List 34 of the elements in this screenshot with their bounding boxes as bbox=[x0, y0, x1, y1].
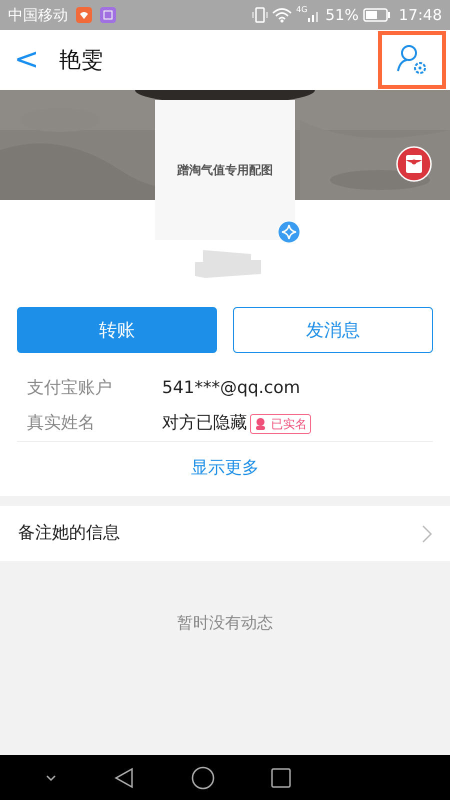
chevron-right-icon bbox=[422, 524, 432, 542]
gallery-notification-icon bbox=[100, 7, 116, 23]
message-button[interactable]: 发消息 bbox=[233, 307, 433, 353]
verified-tag: 已实名 bbox=[250, 414, 311, 434]
field-label: 真实姓名 bbox=[26, 412, 96, 435]
transfer-button[interactable]: 转账 bbox=[17, 307, 217, 353]
profile-settings-button[interactable] bbox=[378, 31, 446, 89]
wifi-icon bbox=[272, 7, 292, 23]
app-notification-icon bbox=[76, 7, 92, 23]
field-label: 支付宝账户 bbox=[26, 376, 113, 400]
collapse-icon[interactable] bbox=[44, 772, 58, 782]
back-icon[interactable] bbox=[113, 766, 136, 788]
remark-label: 备注她的信息 bbox=[18, 522, 121, 545]
page-title: 艳雯 bbox=[59, 46, 104, 74]
vibrate-icon bbox=[252, 7, 268, 23]
battery-icon bbox=[362, 8, 391, 22]
user-settings-icon bbox=[395, 43, 429, 77]
show-more-link[interactable]: 显示更多 bbox=[185, 455, 265, 483]
empty-feed-text: 暂时没有动态 bbox=[177, 613, 273, 632]
carrier-name: 中国移动 bbox=[8, 4, 68, 26]
network-type: 4G bbox=[296, 4, 308, 16]
recents-icon[interactable] bbox=[270, 768, 291, 788]
envelope-icon[interactable] bbox=[396, 146, 432, 182]
verified-badge-icon bbox=[277, 220, 301, 244]
person-icon bbox=[254, 417, 267, 430]
back-button[interactable]: < bbox=[0, 45, 52, 75]
field-value: 541***@qq.com bbox=[162, 376, 300, 400]
clock: 17:48 bbox=[398, 4, 442, 26]
avatar-caption: 蹭淘气值专用配图 bbox=[177, 162, 273, 179]
home-icon[interactable] bbox=[190, 766, 215, 790]
battery-percent: 51% bbox=[325, 4, 359, 26]
avatar-image[interactable]: 蹭淘气值专用配图 bbox=[155, 100, 295, 240]
field-value: 对方已隐藏 bbox=[162, 412, 247, 435]
remark-row[interactable]: 备注她的信息 bbox=[0, 506, 450, 561]
